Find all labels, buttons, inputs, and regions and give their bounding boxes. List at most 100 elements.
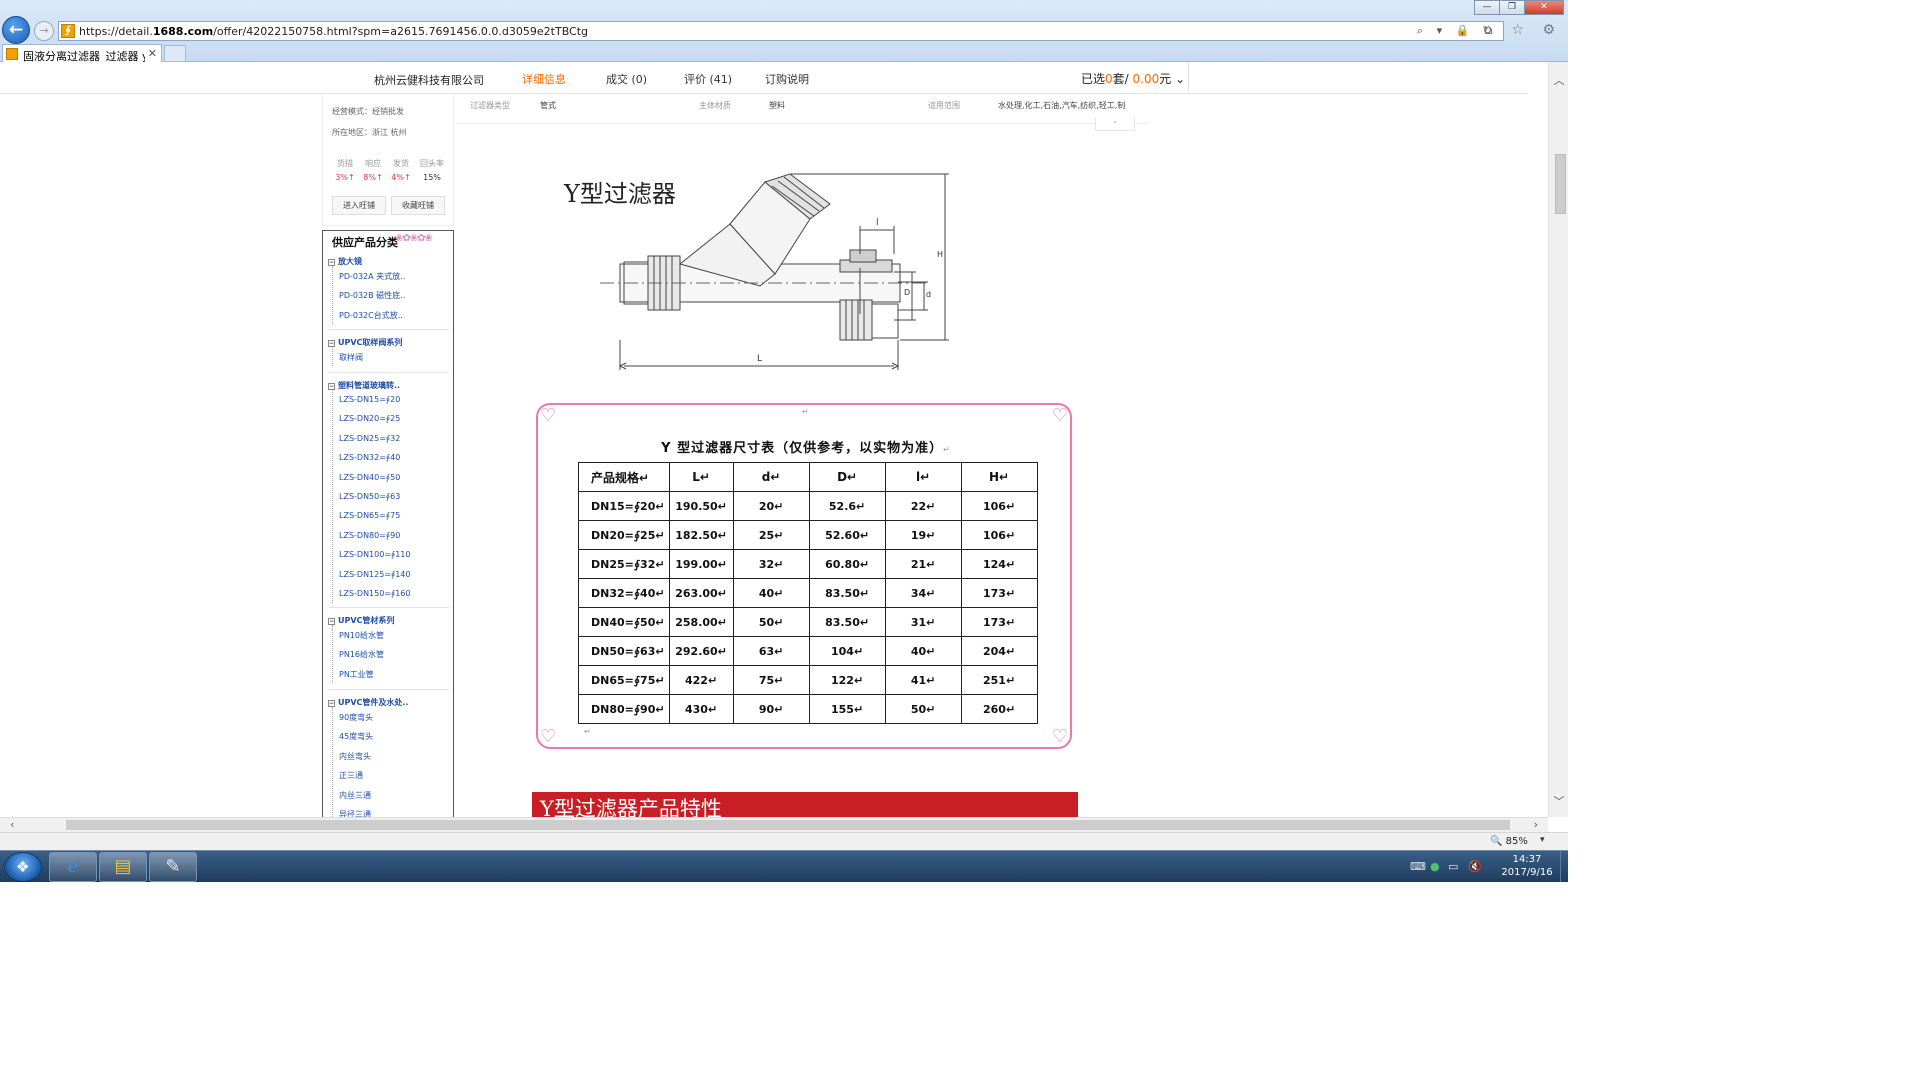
cart-caret-icon[interactable]: ⌄ xyxy=(1175,72,1185,86)
home-favorites-settings-icons[interactable]: ⌂ ☆ ⚙ xyxy=(1484,22,1562,38)
product-attributes: 过滤器类型 管式 主体材质 塑料 适用范围 水处理,化工,石油,汽车,纺织,轻工… xyxy=(458,94,1148,131)
location: 所在地区：浙江 杭州 xyxy=(332,128,407,137)
favorite-shop-button[interactable]: 收藏旺铺 xyxy=(391,196,445,215)
tab-deals[interactable]: 成交 (0) xyxy=(606,71,647,87)
collapse-icon[interactable]: − xyxy=(328,618,335,625)
taskbar-ie-icon[interactable]: ℯ xyxy=(49,852,97,882)
category-group[interactable]: − 放大镜 xyxy=(328,256,362,267)
scroll-left-icon[interactable]: ‹ xyxy=(10,818,14,831)
page-content: 经营模式：经销批发 所在地区：浙江 杭州 货描 3%↑ 响应 8%↑ 发货 4%↑ 回… xyxy=(0,94,1528,817)
category-item-link[interactable]: 内丝弯头 xyxy=(339,751,371,762)
table-cell: 40↵ xyxy=(884,636,962,666)
table-cell: 50↵ xyxy=(732,607,810,637)
table-cell: 422↵ xyxy=(668,665,734,695)
show-desktop-button[interactable] xyxy=(1560,851,1568,882)
table-row: DN50=∮63↵ 292.60↵ 63↵ 104↵ 40↵ 204↵ xyxy=(578,636,1038,666)
url-text[interactable]: https://detail.1688.com/offer/4202215075… xyxy=(79,25,588,38)
zoom-dropdown-icon[interactable]: ▾ xyxy=(1540,835,1545,845)
horizontal-scroll-thumb[interactable] xyxy=(66,820,1510,830)
category-group[interactable]: − 塑料管道玻璃转.. xyxy=(328,380,400,391)
cart-summary[interactable]: 已选0套/ 0.00元 ⌄ xyxy=(1081,70,1185,87)
category-group-name: UPVC取样阀系列 xyxy=(338,338,403,347)
horizontal-scrollbar[interactable]: ‹ › xyxy=(0,817,1548,832)
category-item-link[interactable]: LZS-DN15=∮20 xyxy=(339,395,400,404)
category-item-link[interactable]: LZS-DN65=∮75 xyxy=(339,511,400,520)
category-item-link[interactable]: LZS-DN20=∮25 xyxy=(339,414,400,423)
category-item-link[interactable]: LZS-DN32=∮40 xyxy=(339,453,400,462)
category-item-link[interactable]: LZS-DN150=∮160 xyxy=(339,589,410,598)
category-separator xyxy=(329,607,449,608)
tree-connector xyxy=(332,266,333,325)
keyboard-icon[interactable]: ⌨ xyxy=(1410,860,1426,873)
category-item-link[interactable]: 内丝三通 xyxy=(339,790,371,801)
category-item-link[interactable]: 正三通 xyxy=(339,770,363,781)
taskbar-paint-icon[interactable]: ✎ xyxy=(149,852,197,882)
vertical-scrollbar[interactable]: ︿ ﹀ xyxy=(1548,62,1568,817)
category-item-link[interactable]: PD-032B 磁性底.. xyxy=(339,290,405,301)
windows-logo-icon: ❖ xyxy=(16,858,30,876)
new-tab-button[interactable] xyxy=(164,45,186,62)
address-bar[interactable]: ∮ https://detail.1688.com/offer/42022150… xyxy=(58,21,1504,41)
category-item-link[interactable]: LZS-DN100=∮110 xyxy=(339,550,410,559)
table-cell: 20↵ xyxy=(732,491,810,521)
tab-detail-info[interactable]: 详细信息 xyxy=(522,71,566,87)
category-item-link[interactable]: 90度弯头 xyxy=(339,712,373,723)
close-window-button[interactable]: ✕ xyxy=(1524,0,1564,15)
taskbar-explorer-icon[interactable]: ▤ xyxy=(99,852,147,882)
category-item-link[interactable]: 异径三通 xyxy=(339,809,371,817)
table-row: DN65=∮75↵ 422↵ 75↵ 122↵ 41↵ 251↵ xyxy=(578,665,1038,695)
tab-close-icon[interactable]: ✕ xyxy=(148,47,157,60)
clock[interactable]: 14:37 2017/9/16 xyxy=(1496,853,1558,879)
scroll-down-icon[interactable]: ﹀ xyxy=(1549,793,1568,809)
tab-reviews[interactable]: 评价 (41) xyxy=(684,71,732,87)
category-item-link[interactable]: LZS-DN125=∮140 xyxy=(339,570,410,579)
collapse-icon[interactable]: − xyxy=(328,700,335,707)
enter-shop-button[interactable]: 进入旺铺 xyxy=(332,196,386,215)
shop-header: 杭州云健科技有限公司 详细信息 成交 (0) 评价 (41) 订购说明 已选0套… xyxy=(0,62,1528,94)
table-cell: 83.50↵ xyxy=(808,607,886,637)
category-item-link[interactable]: LZS-DN80=∮90 xyxy=(339,531,400,540)
minimize-button[interactable]: — xyxy=(1474,0,1500,15)
collapse-icon[interactable]: − xyxy=(328,259,335,266)
security-icon[interactable]: ● xyxy=(1430,860,1440,873)
category-item-link[interactable]: LZS-DN50=∮63 xyxy=(339,492,400,501)
table-cell: 40↵ xyxy=(732,578,810,608)
volume-muted-icon[interactable]: 🔇 xyxy=(1468,860,1482,873)
dim-label-D: D xyxy=(904,288,911,297)
category-item-link[interactable]: 取样阀 xyxy=(339,352,363,363)
collapse-icon[interactable]: − xyxy=(328,340,335,347)
table-cell: 199.00↵ xyxy=(668,549,734,579)
zoom-level[interactable]: 🔍 85% xyxy=(1490,836,1528,847)
browser-tab[interactable]: 固液分离过滤器_过滤器 y... ✕ xyxy=(2,44,162,63)
table-row: DN15=∮20↵ 190.50↵ 20↵ 52.6↵ 22↵ 106↵ xyxy=(578,491,1038,521)
collapse-icon[interactable]: − xyxy=(328,383,335,390)
scroll-right-icon[interactable]: › xyxy=(1534,818,1538,831)
category-item-link[interactable]: PN16给水管 xyxy=(339,649,384,660)
category-item-link[interactable]: LZS-DN40=∮50 xyxy=(339,473,400,482)
category-item-link[interactable]: LZS-DN25=∮32 xyxy=(339,434,400,443)
table-cell: 263.00↵ xyxy=(668,578,734,608)
expand-attributes-button[interactable]: ⌄ xyxy=(1095,117,1135,131)
table-cell: 204↵ xyxy=(960,636,1038,666)
category-item-link[interactable]: PD-032C台式放.. xyxy=(339,310,403,321)
category-item-link[interactable]: PN10给水管 xyxy=(339,630,384,641)
stat-repurchase: 回头率 15% xyxy=(420,159,444,182)
category-item-link[interactable]: PD-032A 夹式放.. xyxy=(339,271,405,282)
tab-order-notes[interactable]: 订购说明 xyxy=(765,71,809,87)
category-group[interactable]: − UPVC取样阀系列 xyxy=(328,337,402,348)
network-icon[interactable]: ▭ xyxy=(1448,860,1458,873)
vertical-scroll-thumb[interactable] xyxy=(1555,154,1566,214)
back-button[interactable]: ← xyxy=(2,16,30,44)
category-group[interactable]: − UPVC管件及水处.. xyxy=(328,697,409,708)
company-name[interactable]: 杭州云健科技有限公司 xyxy=(374,72,484,88)
category-group[interactable]: − UPVC管材系列 xyxy=(328,615,394,626)
size-table-header: L↵ xyxy=(668,462,734,492)
scroll-up-icon[interactable]: ︿ xyxy=(1549,72,1568,88)
start-button[interactable]: ❖ xyxy=(4,852,42,882)
category-item-link[interactable]: PN工业管 xyxy=(339,669,374,680)
restore-button[interactable]: ❐ xyxy=(1499,0,1525,15)
table-cell: 430↵ xyxy=(668,694,734,724)
category-item-link[interactable]: 45度弯头 xyxy=(339,731,373,742)
forward-button[interactable]: → xyxy=(34,21,54,41)
table-cell: 124↵ xyxy=(960,549,1038,579)
